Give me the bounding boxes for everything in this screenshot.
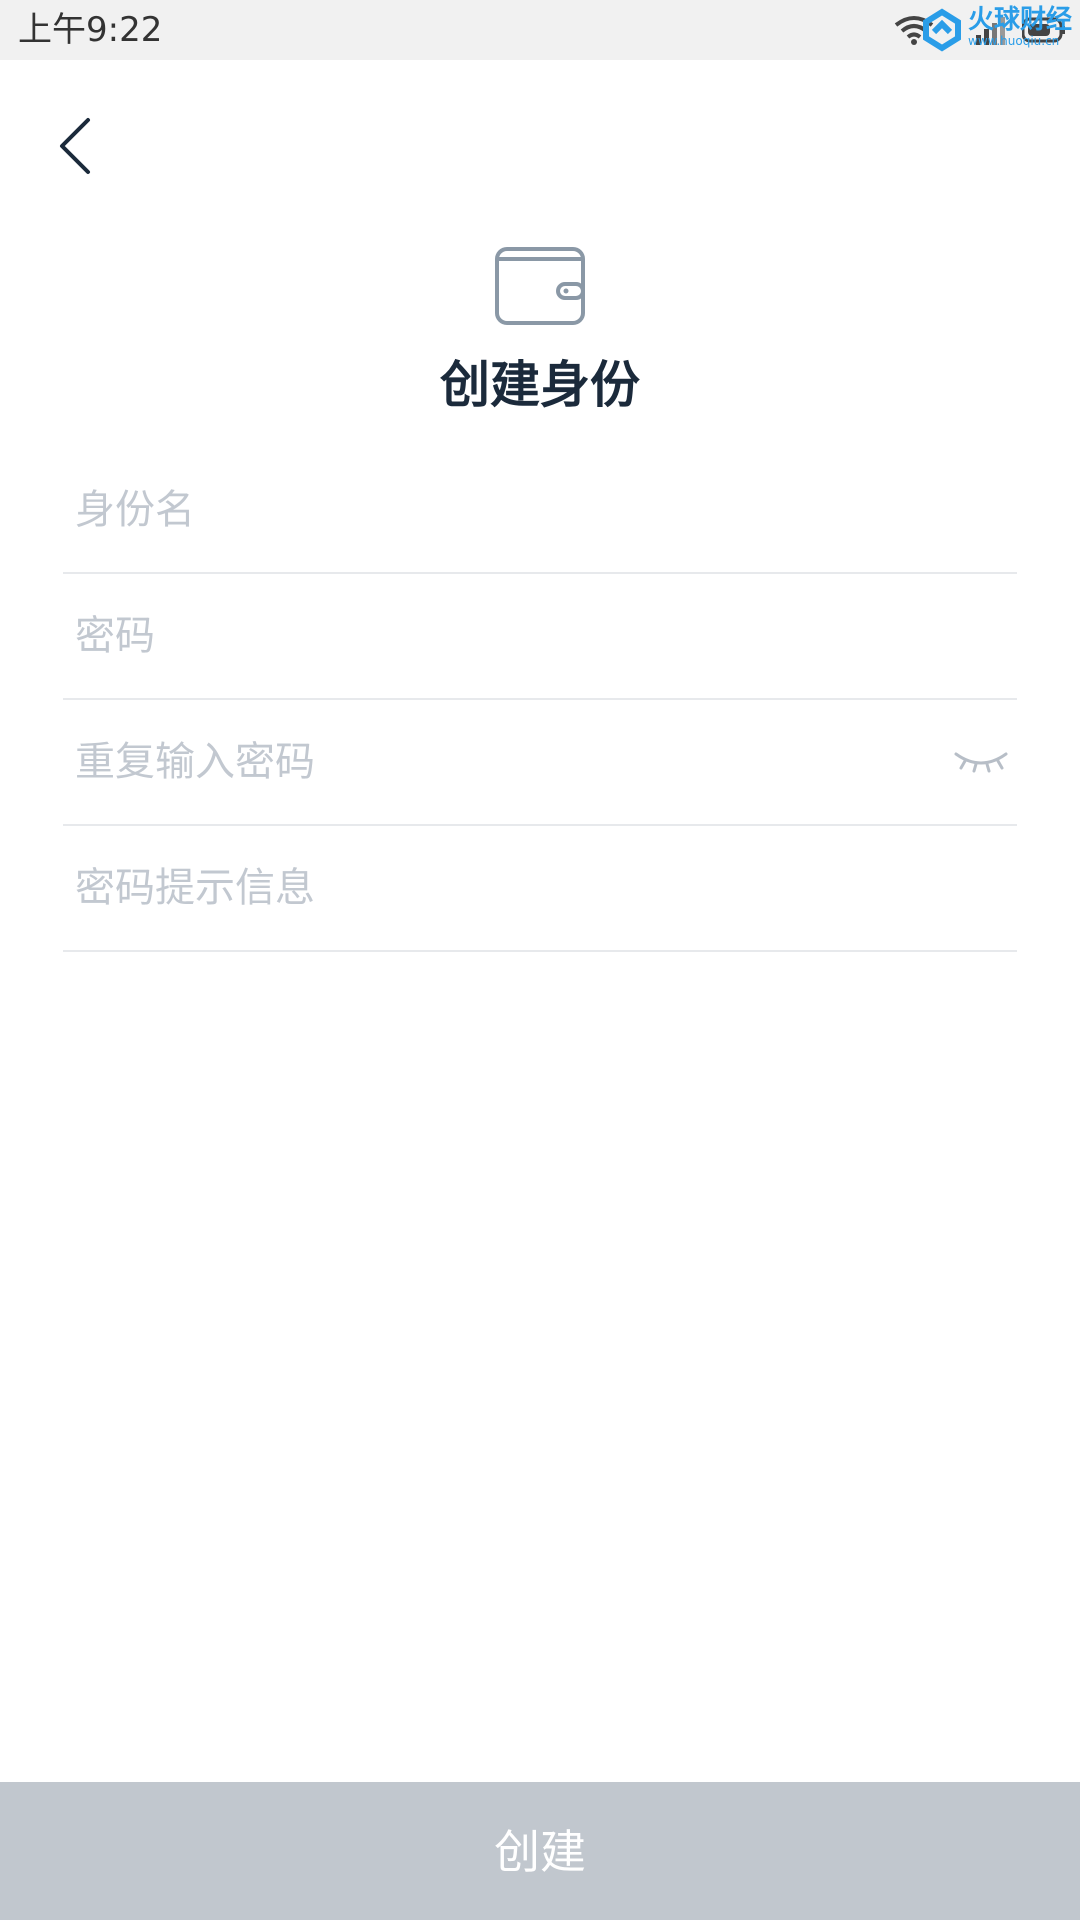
eye-closed-icon xyxy=(954,752,1008,773)
password-hint-input[interactable] xyxy=(75,826,935,950)
password-hint-field xyxy=(63,826,1017,952)
create-identity-screen: 上午9:22 火球财经 www.huoqiu.cn 创建身份 身份名 密码提示信… xyxy=(0,0,1080,1920)
chevron-left-icon xyxy=(60,118,90,174)
watermark-logo: 火球财经 www.huoqiu.cn xyxy=(920,4,1073,54)
page-title: 创建身份 xyxy=(440,356,640,414)
identity-name-field xyxy=(63,448,1017,574)
identity-name-input[interactable] xyxy=(75,448,935,572)
create-button[interactable]: 创建 xyxy=(0,1782,1080,1920)
back-button[interactable] xyxy=(44,104,104,184)
status-time: 上午9:22 xyxy=(18,10,163,50)
create-identity-form xyxy=(63,448,1017,952)
repeat-password-input[interactable] xyxy=(75,700,935,824)
password-field xyxy=(63,574,1017,700)
watermark-url: www.huoqiu.cn xyxy=(968,34,1060,48)
password-input[interactable] xyxy=(75,574,935,698)
watermark-mark-icon xyxy=(923,8,961,52)
repeat-password-field xyxy=(63,700,1017,826)
wallet-icon xyxy=(492,244,588,328)
status-bar: 上午9:22 火球财经 www.huoqiu.cn xyxy=(0,0,1080,60)
password-visibility-toggle[interactable] xyxy=(953,740,1009,784)
watermark-text: 火球财经 xyxy=(968,5,1073,35)
